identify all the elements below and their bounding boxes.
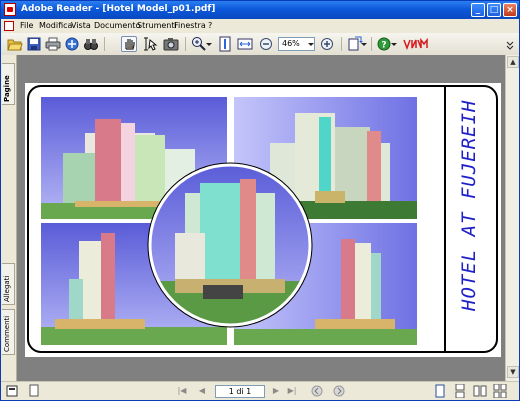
adobe-reader-icon[interactable] bbox=[4, 3, 16, 16]
find-binoculars-icon[interactable] bbox=[83, 36, 99, 52]
status-bar: |◀ ◀ 1 di 1 ▶ ▶| bbox=[1, 381, 519, 400]
menu-documento[interactable]: Documento bbox=[94, 21, 140, 30]
title-bar[interactable]: Adobe Reader - [Hotel Model_p01.pdf] _ □… bbox=[1, 1, 519, 19]
actual-size-icon[interactable] bbox=[217, 36, 233, 52]
open-folder-icon[interactable] bbox=[7, 36, 23, 52]
scroll-down-icon[interactable]: ▼ bbox=[507, 366, 519, 378]
next-view-icon[interactable] bbox=[333, 385, 345, 397]
tab-pages[interactable]: Pagine bbox=[2, 63, 15, 105]
email-icon[interactable] bbox=[64, 36, 80, 52]
tab-comments-label: Commenti bbox=[3, 315, 11, 352]
continuous-view-icon[interactable] bbox=[453, 383, 467, 399]
help-dropdown-icon[interactable] bbox=[390, 36, 398, 52]
tab-comments[interactable]: Commenti bbox=[2, 309, 15, 355]
window-title: Adobe Reader - [Hotel Model_p01.pdf] bbox=[21, 4, 216, 14]
page-size-icon[interactable] bbox=[27, 384, 41, 398]
single-page-view-icon[interactable] bbox=[433, 384, 447, 398]
toolbar-overflow-icon[interactable] bbox=[505, 36, 515, 52]
previous-view-icon[interactable] bbox=[311, 385, 323, 397]
app-window: Adobe Reader - [Hotel Model_p01.pdf] _ □… bbox=[0, 0, 520, 401]
toolbar-separator bbox=[341, 37, 342, 51]
menu-modifica[interactable]: Modifica bbox=[39, 21, 72, 30]
tab-attachments[interactable]: Allegati bbox=[2, 263, 15, 305]
title-block-divider bbox=[444, 87, 446, 353]
continuous-facing-view-icon[interactable] bbox=[493, 383, 507, 399]
chevron-down-icon[interactable] bbox=[205, 36, 213, 52]
menu-bar: File Modifica Vista Documento Strumenti … bbox=[1, 19, 519, 33]
save-icon[interactable] bbox=[26, 36, 42, 52]
vertical-scrollbar[interactable]: ▲ ▼ bbox=[505, 55, 519, 381]
zoom-out-icon[interactable] bbox=[258, 36, 274, 52]
toolbar-separator bbox=[185, 37, 186, 51]
minimize-button[interactable]: _ bbox=[471, 3, 485, 17]
menu-vista[interactable]: Vista bbox=[71, 21, 91, 30]
pdf-page: HOTEL AT FUJEREIH bbox=[25, 83, 501, 357]
menu-finestra[interactable]: Finestra bbox=[174, 21, 206, 30]
svg-text:?: ? bbox=[381, 41, 386, 51]
rotate-dropdown-icon[interactable] bbox=[360, 36, 368, 52]
tab-pages-label: Pagine bbox=[3, 75, 11, 102]
select-text-icon[interactable] bbox=[143, 36, 159, 52]
scroll-up-icon[interactable]: ▲ bbox=[507, 56, 519, 68]
next-page-icon[interactable]: ▶ bbox=[271, 386, 281, 396]
page-number-field[interactable]: 1 di 1 bbox=[215, 385, 265, 398]
toolbar: 46% ? bbox=[1, 33, 519, 56]
navigation-panel-tabs: Pagine Allegati Commenti bbox=[1, 55, 17, 381]
menu-strumenti[interactable]: Strumenti bbox=[137, 21, 177, 30]
tab-attachments-label: Allegati bbox=[3, 275, 11, 302]
yahoo-toolbar-icon[interactable] bbox=[403, 36, 429, 52]
zoom-in-icon[interactable] bbox=[319, 36, 335, 52]
close-button[interactable]: × bbox=[503, 3, 517, 17]
previous-page-icon[interactable]: ◀ bbox=[197, 386, 207, 396]
facing-view-icon[interactable] bbox=[473, 384, 487, 398]
document-menu-icon[interactable] bbox=[4, 21, 14, 31]
print-icon[interactable] bbox=[45, 36, 61, 52]
title-block-frame bbox=[27, 85, 498, 353]
maximize-button[interactable]: □ bbox=[487, 3, 501, 17]
page-layout-icon[interactable] bbox=[5, 384, 19, 398]
last-page-icon[interactable]: ▶| bbox=[287, 386, 297, 396]
snapshot-icon[interactable] bbox=[163, 36, 179, 52]
menu-help[interactable]: ? bbox=[208, 21, 212, 30]
toolbar-separator bbox=[104, 37, 105, 51]
hand-tool-icon[interactable] bbox=[121, 36, 137, 52]
menu-file[interactable]: File bbox=[20, 21, 33, 30]
toolbar-separator bbox=[371, 37, 372, 51]
zoom-dropdown-icon[interactable] bbox=[307, 36, 315, 52]
first-page-icon[interactable]: |◀ bbox=[177, 386, 187, 396]
fit-width-icon[interactable] bbox=[237, 36, 253, 52]
document-title: HOTEL AT FUJEREIH bbox=[458, 99, 480, 311]
